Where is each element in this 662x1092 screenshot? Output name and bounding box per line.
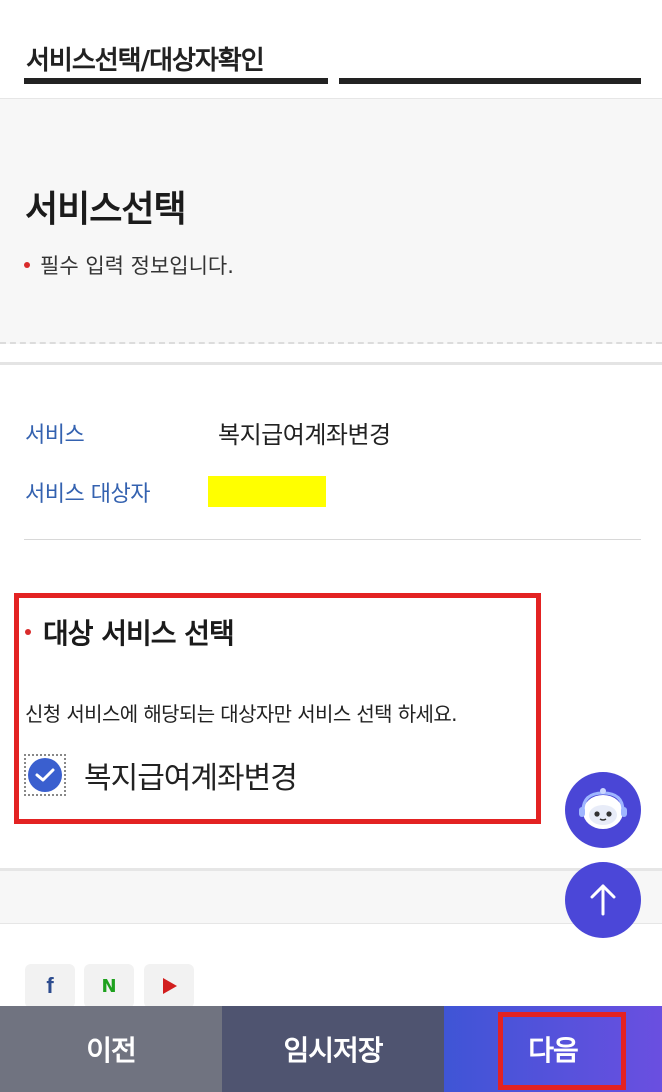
- step-indicator-next: [339, 78, 641, 84]
- info-divider: [24, 539, 641, 540]
- footer-band: [0, 868, 662, 924]
- chatbot-button[interactable]: [565, 772, 641, 848]
- selection-title-text: 대상 서비스 선택: [43, 617, 235, 650]
- scroll-top-button[interactable]: [565, 862, 641, 938]
- target-label: 서비스 대상자: [25, 482, 150, 507]
- prev-button[interactable]: 이전: [0, 1006, 222, 1092]
- required-note-text: 필수 입력 정보입니다.: [40, 254, 234, 278]
- target-value-redacted: [208, 476, 326, 507]
- next-button[interactable]: 다음: [444, 1006, 662, 1092]
- section-title: 서비스선택: [25, 189, 187, 230]
- service-option-checkbox-row[interactable]: 복지급여계좌변경: [24, 753, 298, 797]
- facebook-link[interactable]: f: [25, 964, 75, 1008]
- bottom-action-bar: 이전 임시저장 다음: [0, 1006, 662, 1092]
- naver-link[interactable]: N: [84, 964, 134, 1008]
- dashed-divider: [0, 342, 662, 344]
- service-value: 복지급여계좌변경: [218, 421, 391, 449]
- youtube-link[interactable]: [144, 964, 194, 1008]
- facebook-icon: f: [46, 973, 54, 998]
- service-option-label[interactable]: 복지급여계좌변경: [84, 753, 298, 797]
- arrow-up-icon: [590, 884, 616, 916]
- prev-button-label: 이전: [86, 1034, 137, 1067]
- selection-description: 신청 서비스에 해당되는 대상자만 서비스 선택 하세요.: [25, 702, 458, 726]
- next-button-highlight: [498, 1012, 626, 1090]
- selection-title: 대상 서비스 선택: [25, 612, 235, 652]
- service-label: 서비스: [25, 423, 85, 448]
- required-note: 필수 입력 정보입니다.: [24, 250, 234, 280]
- naver-icon: N: [101, 975, 117, 997]
- service-option-checkbox[interactable]: [24, 754, 66, 796]
- status-spacer: [0, 0, 662, 14]
- step-header: 서비스선택/대상자확인: [0, 14, 662, 98]
- section-divider: [0, 362, 662, 365]
- required-dot-icon: [25, 629, 31, 635]
- temp-save-button-label: 임시저장: [283, 1034, 383, 1067]
- checkmark-icon: [28, 758, 62, 792]
- required-dot-icon: [24, 262, 30, 268]
- step-indicator-active: [24, 78, 328, 84]
- temp-save-button[interactable]: 임시저장: [222, 1006, 444, 1092]
- youtube-play-icon: [163, 978, 177, 994]
- chatbot-icon: [579, 788, 627, 829]
- page-title: 서비스선택/대상자확인: [26, 46, 265, 76]
